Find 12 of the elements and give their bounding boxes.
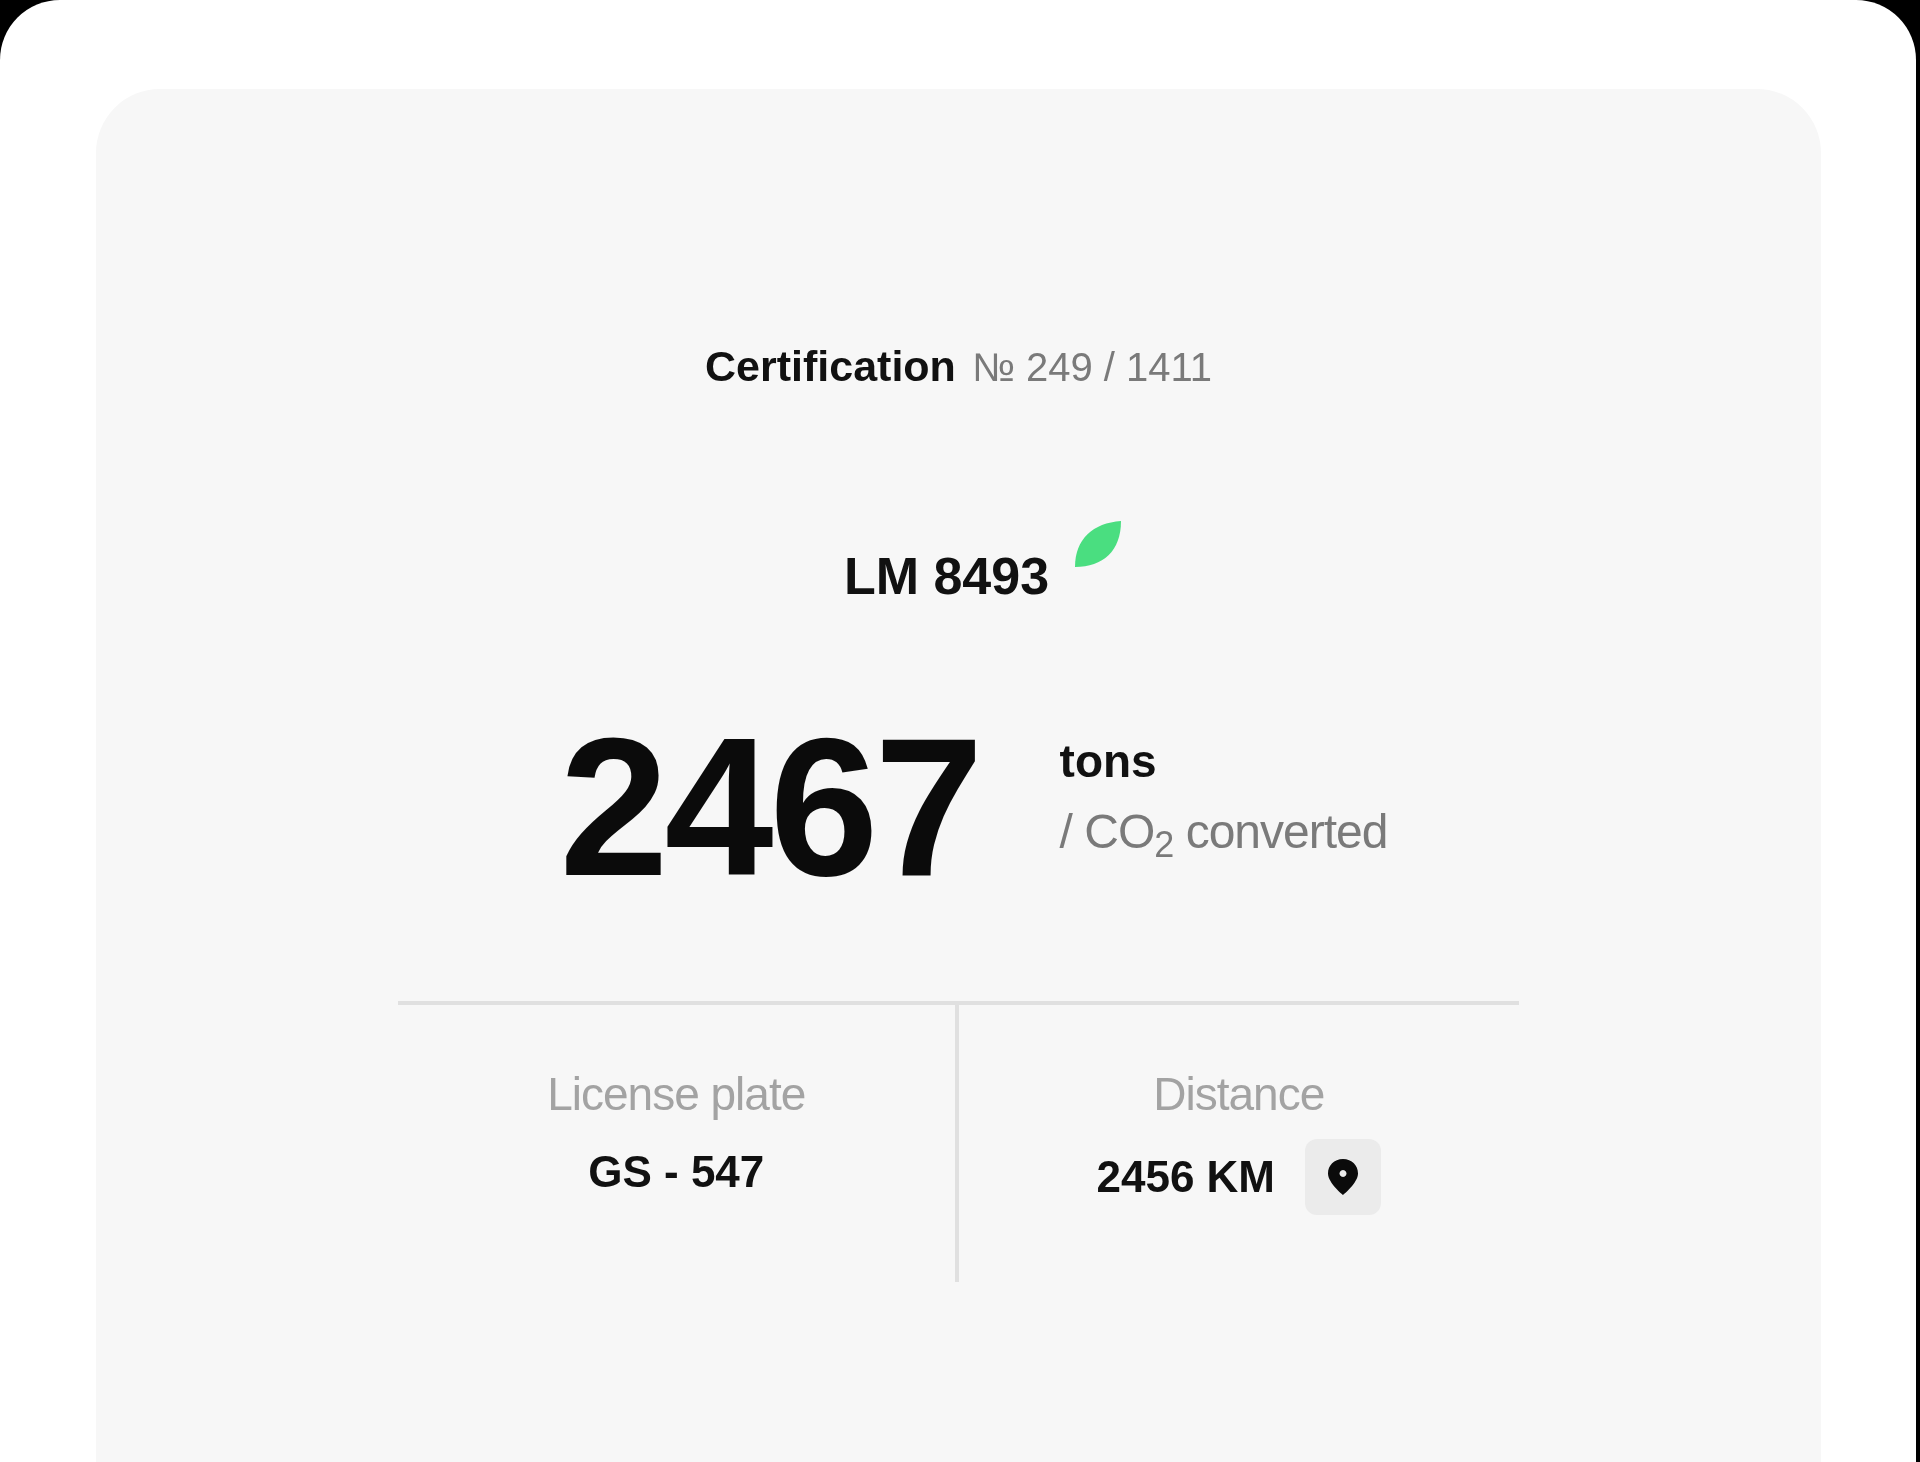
- amount-value: 2467: [559, 709, 980, 906]
- detail-value: GS - 547: [588, 1145, 765, 1198]
- amount-unit: tons: [1059, 734, 1158, 789]
- location-button[interactable]: [1305, 1138, 1381, 1215]
- detail-value: 2456 KM: [1096, 1150, 1275, 1203]
- detail-label: License plate: [547, 1066, 806, 1122]
- certificate-title: Certification: [705, 341, 956, 392]
- certificate-number: № 249 / 1411: [971, 344, 1212, 391]
- vehicle-code: LM 8493: [843, 545, 1050, 607]
- amount-caption: / CO$_{2}$ converted: [1059, 804, 1388, 867]
- detail-label: Distance: [1153, 1066, 1325, 1122]
- map-pin-icon: [1326, 1156, 1360, 1197]
